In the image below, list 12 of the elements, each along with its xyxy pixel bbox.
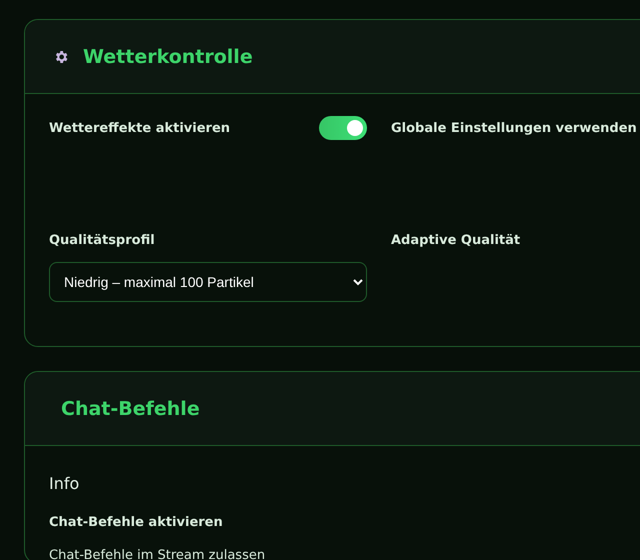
gear-icon	[53, 48, 69, 64]
toggle-switch[interactable]	[319, 116, 367, 140]
field-label: Wettereffekte aktivieren	[49, 120, 230, 136]
setting-description: Chat-Befehle im Stream zulassen	[49, 548, 266, 560]
quality-select[interactable]: Niedrig – maximal 100 Partikel	[49, 262, 367, 302]
field-label: Globale Einstellungen verwenden	[391, 120, 637, 136]
field-label: Qualitätsprofil	[49, 232, 155, 248]
section-heading: Info	[49, 474, 80, 493]
setting-label: Chat-Befehle aktivieren	[49, 515, 224, 530]
card-title: Chat-Befehle	[61, 398, 200, 420]
card-title: Wetterkontrolle	[83, 46, 253, 68]
field-label: Adaptive Qualität	[391, 232, 520, 248]
